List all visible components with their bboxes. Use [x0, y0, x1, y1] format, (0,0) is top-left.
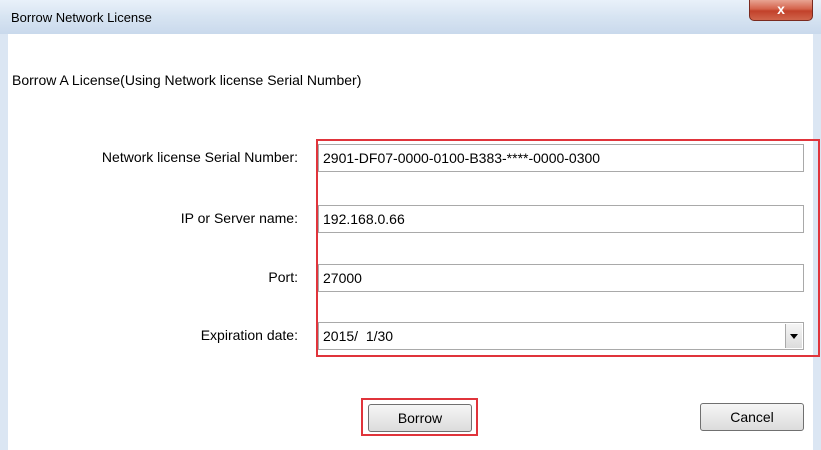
close-icon: x: [777, 1, 785, 17]
title-bar[interactable]: Borrow Network License x: [0, 0, 821, 34]
borrow-license-dialog: Borrow Network License x Borrow A Licens…: [0, 0, 821, 450]
window-title: Borrow Network License: [11, 10, 152, 25]
serial-number-label: Network license Serial Number:: [101, 149, 298, 165]
port-label: Port:: [268, 269, 298, 285]
expiration-date-label: Expiration date:: [200, 327, 298, 343]
dialog-heading: Borrow A License(Using Network license S…: [12, 72, 362, 88]
close-button[interactable]: x: [749, 0, 813, 21]
server-name-label: IP or Server name:: [180, 210, 298, 226]
cancel-button[interactable]: Cancel: [700, 403, 804, 431]
fields-highlight-box: [316, 139, 820, 357]
borrow-highlight-box: [361, 398, 478, 436]
